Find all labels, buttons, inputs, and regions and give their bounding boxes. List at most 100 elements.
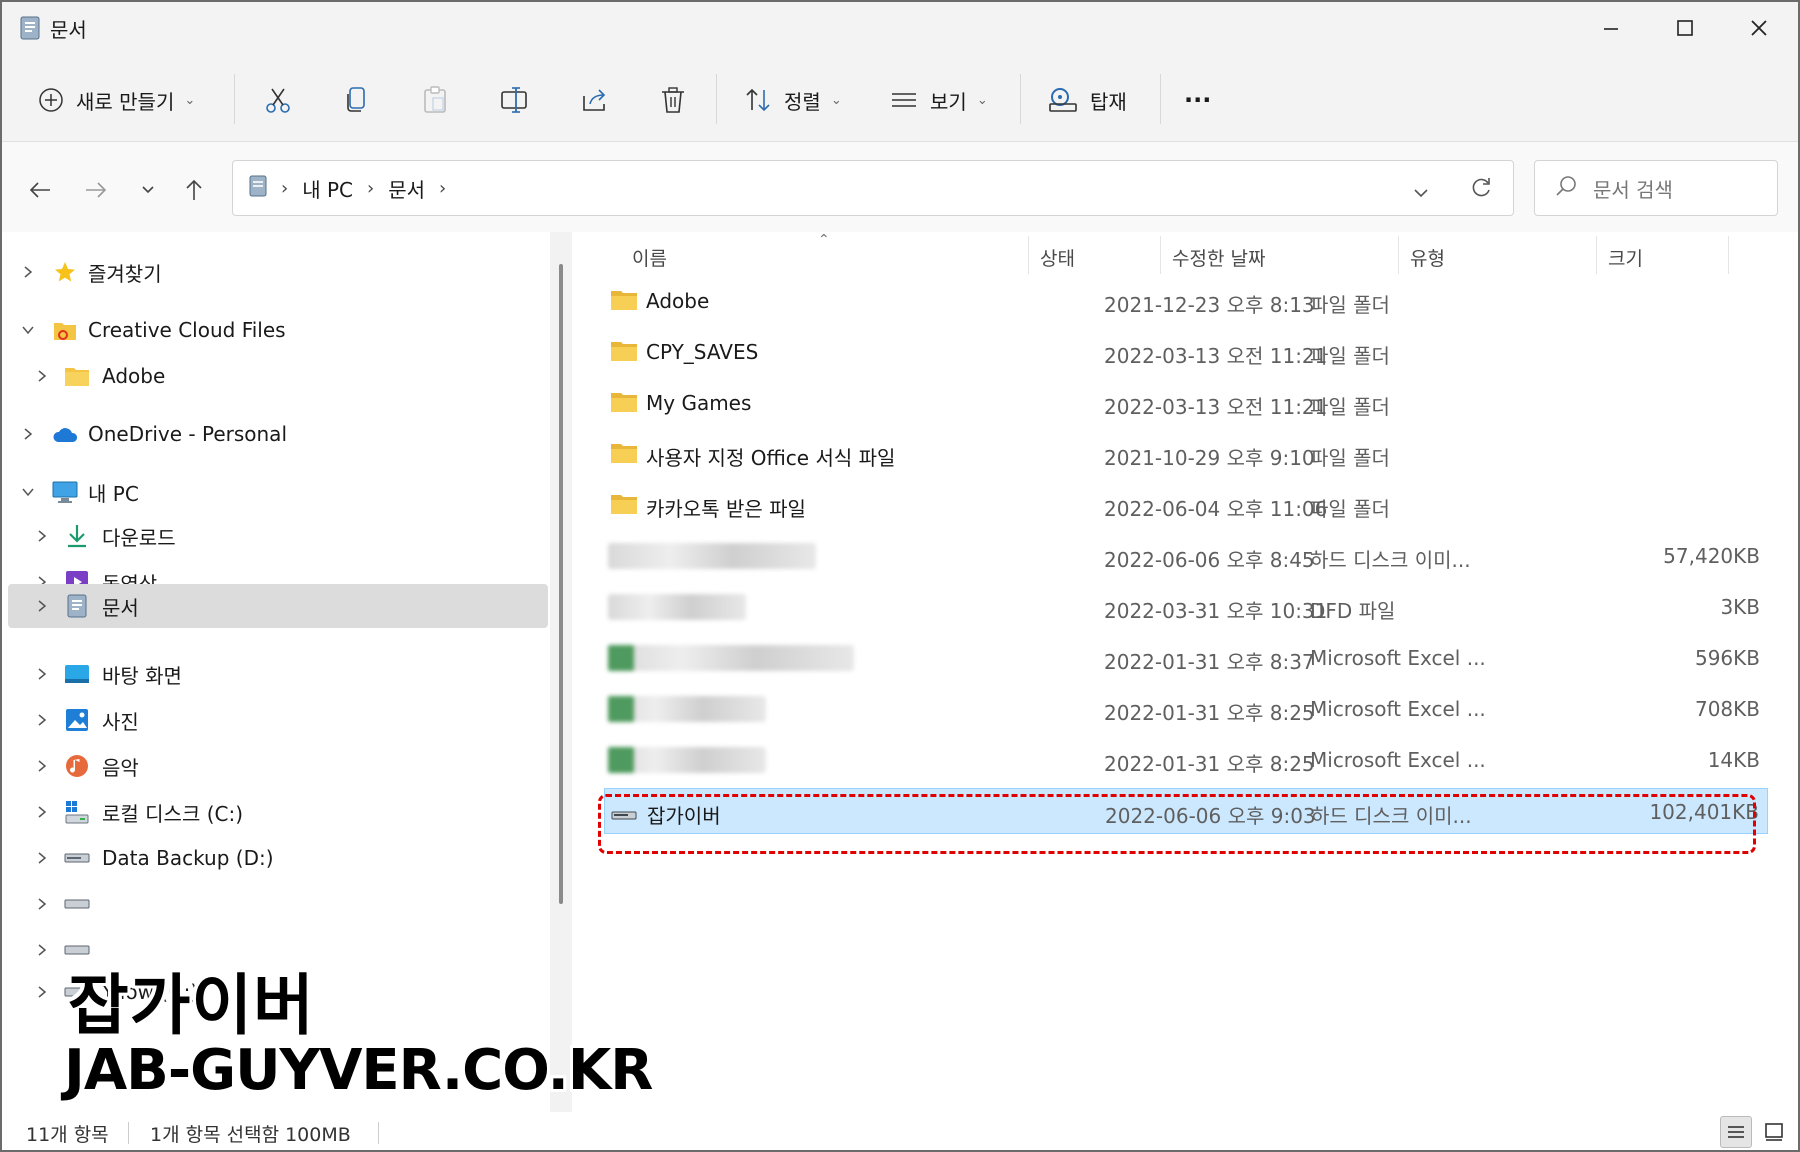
search-input[interactable]: 문서 검색	[1534, 160, 1778, 216]
details-view-button[interactable]	[1720, 1116, 1752, 1148]
breadcrumb-my-pc[interactable]: 내 PC	[302, 174, 353, 203]
mount-label: 탑재	[1090, 89, 1127, 114]
chevron-right-icon[interactable]	[32, 710, 52, 730]
folder-icon	[610, 492, 638, 521]
table-row[interactable]: My Games 2022-03-13 오전 11:21 파일 폴더	[604, 380, 1768, 426]
column-header-name[interactable]: 이름	[632, 244, 667, 271]
refresh-icon[interactable]	[1469, 175, 1493, 204]
mount-disc-icon	[1049, 88, 1077, 112]
arrow-up-icon	[186, 179, 202, 200]
delete-button[interactable]	[660, 78, 686, 122]
address-bar[interactable]: › 내 PC › 문서 ›	[232, 160, 1514, 216]
chevron-right-icon[interactable]	[32, 596, 52, 616]
list-view-icon	[892, 93, 916, 107]
file-name: 사용자 지정 Office 서식 파일	[646, 446, 896, 470]
rename-button[interactable]	[500, 78, 530, 122]
chevron-right-icon[interactable]	[32, 526, 52, 546]
sidebar-item-hidden-drive[interactable]	[8, 882, 548, 926]
chevron-right-icon[interactable]	[18, 262, 38, 282]
column-header-type[interactable]: 유형	[1410, 244, 1445, 271]
blurred-file-name	[608, 747, 766, 773]
sidebar-item-data-backup-d[interactable]: Data Backup (D:)	[8, 836, 548, 880]
file-date: 2021-12-23 오후 8:13	[1104, 293, 1315, 317]
table-row[interactable]: 2022-01-31 오후 8:25 Microsoft Excel ... 7…	[604, 686, 1768, 732]
table-row[interactable]: 2022-01-31 오후 8:25 Microsoft Excel ... 1…	[604, 737, 1768, 783]
chevron-down-icon[interactable]	[18, 320, 38, 340]
sidebar-item-music[interactable]: 음악	[8, 744, 548, 788]
forward-button[interactable]	[76, 170, 116, 210]
sidebar-item-creative-cloud-files[interactable]: Creative Cloud Files	[8, 308, 548, 352]
address-dropdown-chevron-icon[interactable]	[1413, 179, 1429, 203]
file-type: 하드 디스크 이미...	[1310, 548, 1471, 572]
chevron-down-icon	[142, 186, 154, 194]
file-size: 14KB	[1707, 748, 1760, 772]
chevron-down-icon[interactable]	[18, 482, 38, 502]
chevron-down-icon: ⌄	[976, 92, 988, 108]
cloud-icon	[52, 421, 78, 447]
title-bar: 문서	[2, 2, 1798, 54]
sidebar-item-downloads[interactable]: 다운로드	[8, 514, 548, 558]
chevron-right-icon[interactable]	[32, 366, 52, 386]
table-row[interactable]: 2022-06-06 오후 8:45 하드 디스크 이미... 57,420KB	[604, 533, 1768, 579]
recent-locations-button[interactable]	[128, 170, 168, 210]
column-header-modified[interactable]: 수정한 날짜	[1172, 244, 1265, 271]
up-button[interactable]	[174, 170, 214, 210]
breadcrumb-chevron-icon: ›	[439, 177, 447, 199]
table-row[interactable]: 2022-03-31 오후 10:31 DFD 파일 3KB	[604, 584, 1768, 630]
copy-button[interactable]	[344, 78, 370, 122]
table-row[interactable]: Adobe 2021-12-23 오후 8:13 파일 폴더	[604, 278, 1768, 324]
column-header-size[interactable]: 크기	[1608, 244, 1643, 271]
maximize-button[interactable]	[1648, 2, 1722, 54]
mount-button[interactable]: 탑재	[1048, 78, 1127, 122]
sidebar-item-label: OneDrive - Personal	[88, 422, 287, 446]
table-row[interactable]: CPY_SAVES 2022-03-13 오전 11:21 파일 폴더	[604, 329, 1768, 375]
table-row[interactable]: 사용자 지정 Office 서식 파일 2021-10-29 오후 9:10 파…	[604, 431, 1768, 477]
file-type: 파일 폴더	[1310, 395, 1390, 419]
table-row[interactable]: 카카오톡 받은 파일 2022-06-04 오후 11:06 파일 폴더	[604, 482, 1768, 528]
chevron-down-icon: ⌄	[184, 92, 196, 108]
back-button[interactable]	[20, 170, 60, 210]
more-options-button[interactable]: ···	[1184, 78, 1211, 122]
sidebar-item-local-disk-c[interactable]: 로컬 디스크 (C:)	[8, 790, 548, 834]
breadcrumb-documents[interactable]: 문서	[388, 174, 425, 203]
column-divider[interactable]	[1728, 236, 1729, 274]
sidebar-scrollbar-thumb[interactable]	[559, 264, 563, 904]
file-name: CPY_SAVES	[646, 340, 759, 364]
chevron-right-icon[interactable]	[32, 894, 52, 914]
column-header-status[interactable]: 상태	[1040, 244, 1075, 271]
table-row[interactable]: 2022-01-31 오후 8:37 Microsoft Excel ... 5…	[604, 635, 1768, 681]
file-date: 2022-01-31 오후 8:25	[1104, 701, 1315, 725]
column-divider[interactable]	[1596, 236, 1597, 274]
file-type: 파일 폴더	[1310, 446, 1390, 470]
chevron-right-icon[interactable]	[32, 940, 52, 960]
share-button[interactable]	[580, 78, 608, 122]
chevron-right-icon[interactable]	[32, 756, 52, 776]
column-divider[interactable]	[1160, 236, 1161, 274]
chevron-right-icon[interactable]	[32, 982, 52, 1002]
minimize-button[interactable]	[1574, 2, 1648, 54]
sidebar-item-pictures[interactable]: 사진	[8, 698, 548, 742]
column-divider[interactable]	[1398, 236, 1399, 274]
sidebar-item-onedrive[interactable]: OneDrive - Personal	[8, 412, 548, 456]
sidebar-item-favorites[interactable]: 즐겨찾기	[8, 250, 548, 294]
view-button[interactable]: 보기 ⌄	[890, 78, 988, 122]
sidebar-item-label: 로컬 디스크 (C:)	[102, 801, 244, 826]
cut-button[interactable]	[264, 78, 292, 122]
chevron-right-icon[interactable]	[32, 802, 52, 822]
sort-button[interactable]: 정렬 ⌄	[744, 78, 842, 122]
chevron-right-icon[interactable]	[32, 664, 52, 684]
thumbnail-view-button[interactable]	[1758, 1116, 1790, 1148]
thumbnail-view-icon	[1765, 1123, 1783, 1141]
sidebar-item-this-pc[interactable]: 내 PC	[8, 470, 548, 514]
column-divider[interactable]	[1028, 236, 1029, 274]
new-button[interactable]: 새로 만들기 ⌄	[38, 78, 195, 122]
chevron-right-icon[interactable]	[18, 424, 38, 444]
sidebar-item-desktop[interactable]: 바탕 화면	[8, 652, 548, 696]
sidebar-item-label: 다운로드	[102, 525, 176, 550]
paste-button[interactable]	[422, 78, 448, 122]
chevron-right-icon[interactable]	[32, 848, 52, 868]
documents-icon	[64, 593, 90, 619]
sidebar-item-adobe[interactable]: Adobe	[8, 354, 548, 398]
close-button[interactable]	[1722, 2, 1796, 54]
sidebar-item-documents[interactable]: 문서	[8, 584, 548, 628]
